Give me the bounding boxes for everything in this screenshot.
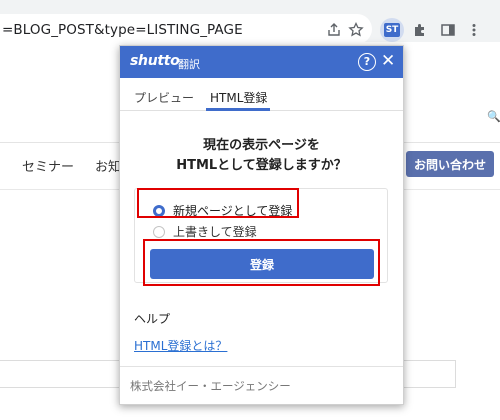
browser-toolbar: =BLOG_POST&type=LISTING_PAGE ST — [0, 0, 500, 44]
active-tab-indicator — [206, 108, 270, 111]
annotation-highlight-box — [137, 188, 299, 218]
tab-html-register[interactable]: HTML登録 — [210, 89, 267, 106]
search-icon[interactable]: 🔍 — [487, 110, 500, 123]
logo-subtitle: 翻訳 — [178, 58, 200, 71]
close-icon[interactable]: ✕ — [381, 51, 395, 71]
popup-header: shutto 翻訳 ? ✕ — [120, 46, 403, 78]
contact-button[interactable]: お問い合わせ — [406, 151, 494, 177]
share-icon[interactable] — [326, 20, 342, 40]
question-line-1: 現在の表示ページを — [203, 138, 320, 153]
option-overwrite-label: 上書きして登録 — [173, 225, 257, 239]
shutto-logo: shutto — [130, 53, 180, 69]
annotation-highlight-box — [143, 239, 380, 286]
address-bar-url[interactable]: =BLOG_POST&type=LISTING_PAGE — [2, 22, 243, 38]
screen: =BLOG_POST&type=LISTING_PAGE ST 🔍 セミナー お… — [0, 0, 500, 420]
shutto-popup: shutto 翻訳 ? ✕ プレビュー HTML登録 現在の表示ページを HTM… — [119, 45, 404, 405]
question-line-2: HTMLとして登録しますか？ — [176, 158, 347, 173]
popup-tabs: プレビュー HTML登録 — [120, 78, 403, 111]
help-heading: ヘルプ — [134, 312, 171, 326]
extensions-puzzle-icon[interactable] — [412, 20, 428, 40]
nav-link-seminar[interactable]: セミナー — [22, 156, 74, 175]
nav-link-news[interactable]: お知 — [95, 156, 121, 175]
extension-label: ST — [384, 23, 400, 37]
radio-unselected-icon[interactable] — [153, 225, 165, 238]
side-panel-icon[interactable] — [440, 20, 456, 40]
help-link[interactable]: HTML登録とは？ — [134, 337, 227, 354]
divider — [120, 366, 403, 367]
option-overwrite[interactable]: 上書きして登録 — [153, 223, 257, 240]
help-icon[interactable]: ? — [358, 53, 376, 71]
footer-company: 株式会社イー・エージェンシー — [130, 379, 291, 393]
tab-preview[interactable]: プレビュー — [134, 89, 194, 106]
menu-kebab-icon[interactable] — [466, 20, 482, 40]
bookmark-star-icon[interactable] — [348, 20, 364, 40]
shutto-extension-icon[interactable]: ST — [380, 18, 404, 42]
